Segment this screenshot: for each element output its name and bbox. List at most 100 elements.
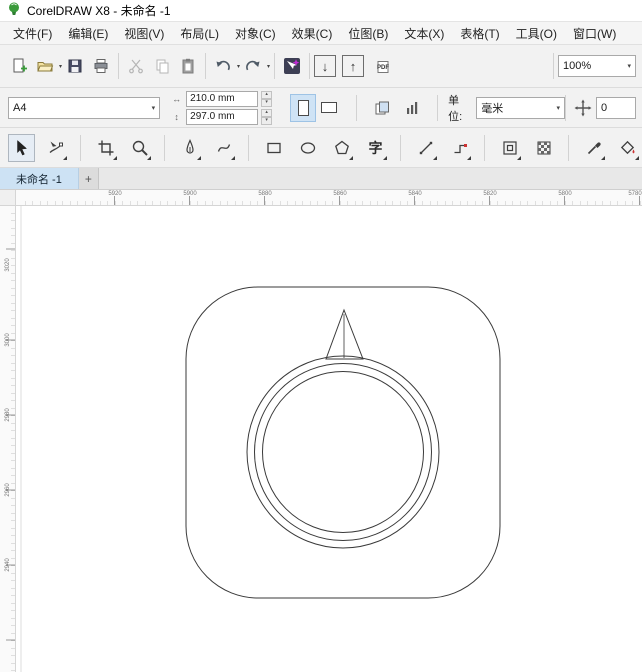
- page-height-field[interactable]: 297.0 mm: [186, 109, 258, 125]
- zoom-level-combo[interactable]: 100% ▾: [558, 55, 636, 77]
- propbar-separator: [437, 95, 438, 121]
- open-document-button[interactable]: [32, 53, 58, 79]
- interactive-fill-tool[interactable]: [614, 134, 641, 162]
- undo-button[interactable]: [210, 53, 236, 79]
- crop-tool[interactable]: [92, 134, 119, 162]
- nudge-offset-icon[interactable]: [570, 95, 596, 121]
- toolbar-separator: [205, 53, 206, 79]
- new-tab-button[interactable]: +: [79, 168, 99, 189]
- page-size-value: A4: [13, 102, 26, 114]
- save-button[interactable]: [62, 53, 88, 79]
- line-tool[interactable]: [412, 134, 439, 162]
- toolbar-separator: [274, 53, 275, 79]
- toolbox-separator: [248, 135, 249, 161]
- triangle-pointer-shape[interactable]: [326, 310, 363, 359]
- portrait-page-icon: [298, 100, 309, 116]
- page-width-icon: ↔: [170, 94, 183, 104]
- page-size-caret-icon: ▾: [152, 104, 156, 112]
- menu-view[interactable]: 视图(V): [117, 23, 171, 44]
- units-combo[interactable]: 毫米 ▾: [476, 97, 565, 119]
- hruler-label: 5820: [483, 191, 496, 197]
- menu-layout[interactable]: 布局(L): [173, 23, 226, 44]
- page-size-combo[interactable]: A4 ▾: [8, 97, 160, 119]
- rectangle-tool[interactable]: [260, 134, 287, 162]
- menu-tools[interactable]: 工具(O): [509, 23, 564, 44]
- nudge-distance-field[interactable]: 0: [596, 97, 636, 119]
- publish-pdf-button[interactable]: PDF: [370, 53, 396, 79]
- pdf-label: PDF: [377, 65, 389, 71]
- stepper-up-icon[interactable]: ▴: [261, 109, 272, 117]
- canvas[interactable]: [16, 206, 642, 672]
- connector-tool[interactable]: [446, 134, 473, 162]
- propbar-separator: [356, 95, 357, 121]
- menu-window[interactable]: 窗口(W): [566, 23, 623, 44]
- page-height-value: 297.0 mm: [190, 111, 234, 122]
- workspace: 3020 3000 2980 2960 2940: [0, 206, 642, 672]
- inner-circle-shape[interactable]: [263, 372, 424, 533]
- menu-effects[interactable]: 效果(C): [285, 23, 340, 44]
- toolbox-separator: [164, 135, 165, 161]
- document-tab-active[interactable]: 未命名 -1: [0, 168, 79, 189]
- new-document-button[interactable]: [6, 53, 32, 79]
- toolbox-separator: [80, 135, 81, 161]
- current-page-button[interactable]: [399, 95, 425, 121]
- pen-tool[interactable]: [176, 134, 203, 162]
- menu-file[interactable]: 文件(F): [6, 23, 59, 44]
- copy-button[interactable]: [149, 53, 175, 79]
- print-button[interactable]: [88, 53, 114, 79]
- all-pages-button[interactable]: [369, 95, 395, 121]
- menu-text[interactable]: 文本(X): [397, 23, 451, 44]
- bezier-curve-tool[interactable]: [210, 134, 237, 162]
- toolbox-separator: [568, 135, 569, 161]
- horizontal-ruler[interactable]: 5920 5900 5880 5860 5840 5820 5800 5780: [16, 190, 642, 205]
- menubar: 文件(F) 编辑(E) 视图(V) 布局(L) 对象(C) 效果(C) 位图(B…: [0, 22, 642, 45]
- transparency-tool[interactable]: [530, 134, 557, 162]
- rounded-square-shape[interactable]: [186, 287, 500, 598]
- redo-button[interactable]: [240, 53, 266, 79]
- document-tab-label: 未命名 -1: [16, 171, 62, 187]
- menu-edit[interactable]: 编辑(E): [61, 23, 115, 44]
- stepper-down-icon[interactable]: ▾: [261, 117, 272, 125]
- stepper-up-icon[interactable]: ▴: [261, 91, 272, 99]
- units-caret-icon: ▾: [556, 104, 560, 112]
- outer-circle-shape[interactable]: [247, 356, 439, 548]
- redo-dropdown-caret[interactable]: ▾: [267, 63, 270, 70]
- paste-button[interactable]: [175, 53, 201, 79]
- units-value: 毫米: [481, 100, 503, 116]
- ellipse-tool[interactable]: [294, 134, 321, 162]
- ruler-origin-corner[interactable]: [0, 190, 16, 205]
- text-tool[interactable]: 字: [362, 134, 389, 162]
- nudge-distance-value: 0: [601, 102, 607, 114]
- shape-tool[interactable]: [42, 134, 69, 162]
- cut-button[interactable]: [123, 53, 149, 79]
- vruler-label: 3000: [5, 333, 11, 346]
- menu-object[interactable]: 对象(C): [228, 23, 283, 44]
- landscape-orientation-button[interactable]: [316, 94, 342, 122]
- vertical-ruler[interactable]: 3020 3000 2980 2960 2940: [0, 206, 16, 672]
- pick-tool[interactable]: [8, 134, 35, 162]
- drawing-layer: [16, 206, 642, 672]
- frame-tool[interactable]: [496, 134, 523, 162]
- page-height-icon: ↕: [170, 112, 183, 122]
- eyedropper-tool[interactable]: [580, 134, 607, 162]
- text-tool-glyph: 字: [369, 141, 383, 155]
- standard-toolbar: ▾: [0, 45, 642, 88]
- export-button[interactable]: ↑: [342, 55, 364, 77]
- page-width-value: 210.0 mm: [190, 93, 234, 104]
- page-height-stepper[interactable]: ▴ ▾: [261, 109, 272, 125]
- toolbar-separator: [553, 53, 554, 79]
- stepper-down-icon[interactable]: ▾: [261, 99, 272, 107]
- middle-circle-shape[interactable]: [255, 364, 432, 541]
- application-launcher-icon[interactable]: [279, 53, 305, 79]
- menu-table[interactable]: 表格(T): [453, 23, 506, 44]
- page-width-field[interactable]: 210.0 mm: [186, 91, 258, 107]
- import-button[interactable]: ↓: [314, 55, 336, 77]
- menu-bitmaps[interactable]: 位图(B): [341, 23, 395, 44]
- propbar-separator: [565, 95, 566, 121]
- toolbox-separator: [484, 135, 485, 161]
- toolbox-separator: [400, 135, 401, 161]
- portrait-orientation-button[interactable]: [290, 94, 316, 122]
- polygon-tool[interactable]: [328, 134, 355, 162]
- zoom-tool[interactable]: [126, 134, 153, 162]
- page-width-stepper[interactable]: ▴ ▾: [261, 91, 272, 107]
